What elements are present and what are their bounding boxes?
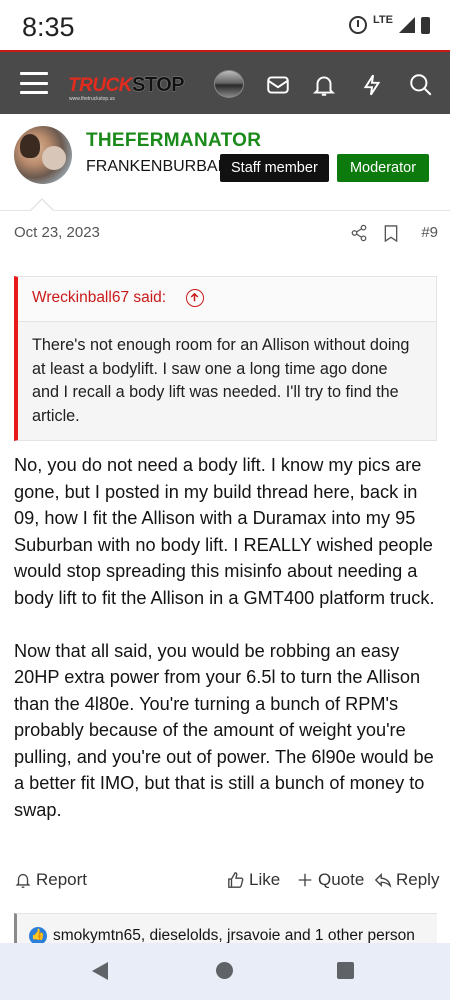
- author-title: FRANKENBURBAN: [86, 158, 230, 175]
- status-bar: 8:35 LTE: [0, 0, 450, 52]
- post-actions: Report Like Quote Reply: [14, 868, 439, 896]
- author-divider: [0, 198, 450, 211]
- signal-icon: [399, 17, 415, 33]
- author-avatar[interactable]: [14, 126, 72, 184]
- alarm-icon: [349, 16, 368, 34]
- moderator-badge: Moderator: [337, 154, 429, 182]
- quote-author[interactable]: Wreckinball67 said:: [32, 289, 166, 307]
- lightning-icon[interactable]: [359, 72, 385, 98]
- home-icon[interactable]: [216, 962, 233, 979]
- like-label: Like: [249, 870, 281, 889]
- staff-badge: Staff member: [220, 154, 329, 182]
- system-nav-bar: [0, 943, 450, 1000]
- logo-url: www.thetruckstop.us: [69, 96, 115, 102]
- search-icon[interactable]: [408, 72, 434, 98]
- quote-block: Wreckinball67 said: There's not enough r…: [14, 276, 437, 441]
- report-button[interactable]: Report: [14, 870, 87, 890]
- reply-label: Reply: [396, 870, 440, 889]
- share-icon[interactable]: [350, 224, 368, 242]
- quote-header: Wreckinball67 said:: [18, 277, 436, 322]
- logo-stop-text: STOP: [132, 74, 185, 96]
- quote-text: There's not enough room for an Allison w…: [32, 336, 410, 425]
- bell-icon[interactable]: [311, 72, 337, 98]
- post-paragraph: Now that all said, you would be robbing …: [14, 640, 434, 820]
- post-number[interactable]: #9: [421, 224, 438, 241]
- status-icons: LTE: [349, 14, 430, 34]
- recents-icon[interactable]: [337, 962, 354, 979]
- site-logo[interactable]: TRUCK STOP: [68, 69, 185, 97]
- post-date[interactable]: Oct 23, 2023: [14, 224, 100, 241]
- post-meta: Oct 23, 2023 #9: [14, 224, 438, 246]
- back-icon[interactable]: [92, 962, 108, 980]
- bell-outline-icon: [15, 873, 31, 888]
- quote-button[interactable]: Quote: [296, 870, 364, 890]
- app-header: TRUCK STOP www.thetruckstop.us: [0, 50, 450, 114]
- reply-button[interactable]: Reply: [374, 870, 439, 890]
- inbox-icon[interactable]: [265, 72, 291, 98]
- quote-label: Quote: [318, 870, 365, 889]
- post-body: No, you do not need a body lift. I know …: [14, 452, 438, 850]
- menu-icon[interactable]: [20, 72, 48, 94]
- post-paragraph: No, you do not need a body lift. I know …: [14, 455, 435, 608]
- lte-label: LTE: [373, 14, 393, 26]
- status-time: 8:35: [22, 12, 75, 42]
- bookmark-icon[interactable]: [384, 225, 398, 242]
- like-button[interactable]: Like: [227, 870, 280, 890]
- user-avatar[interactable]: [214, 70, 244, 98]
- thumbs-up-icon: [228, 872, 244, 888]
- battery-icon: [421, 16, 430, 34]
- report-label: Report: [36, 870, 88, 889]
- post-author: THEFERMANATOR FRANKENBURBAN Staff member…: [0, 126, 450, 198]
- arrow-up-icon[interactable]: [186, 289, 204, 307]
- logo-truck-text: TRUCK: [68, 75, 133, 96]
- author-name[interactable]: THEFERMANATOR: [86, 130, 261, 152]
- reply-icon: [374, 872, 392, 888]
- plus-icon: [298, 873, 312, 887]
